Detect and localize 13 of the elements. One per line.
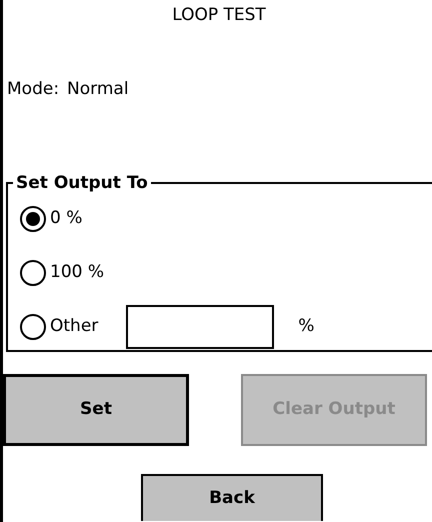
mode-value: Normal bbox=[67, 78, 129, 101]
input-field[interactable] bbox=[126, 305, 274, 349]
set-button[interactable]: Set bbox=[3, 374, 189, 446]
unit-label: % bbox=[298, 315, 314, 338]
radio-label[interactable]: 100 % bbox=[50, 260, 104, 286]
radio-label[interactable]: 0 % bbox=[50, 206, 82, 232]
mode-label: Mode: bbox=[7, 78, 60, 101]
screen-title: LOOP TEST bbox=[172, 5, 266, 25]
radio-label[interactable]: Other bbox=[50, 314, 98, 340]
radio-button[interactable] bbox=[20, 314, 46, 340]
radio-button[interactable] bbox=[20, 206, 46, 232]
back-button[interactable]: Back bbox=[141, 474, 323, 521]
radio-button[interactable] bbox=[20, 260, 46, 286]
